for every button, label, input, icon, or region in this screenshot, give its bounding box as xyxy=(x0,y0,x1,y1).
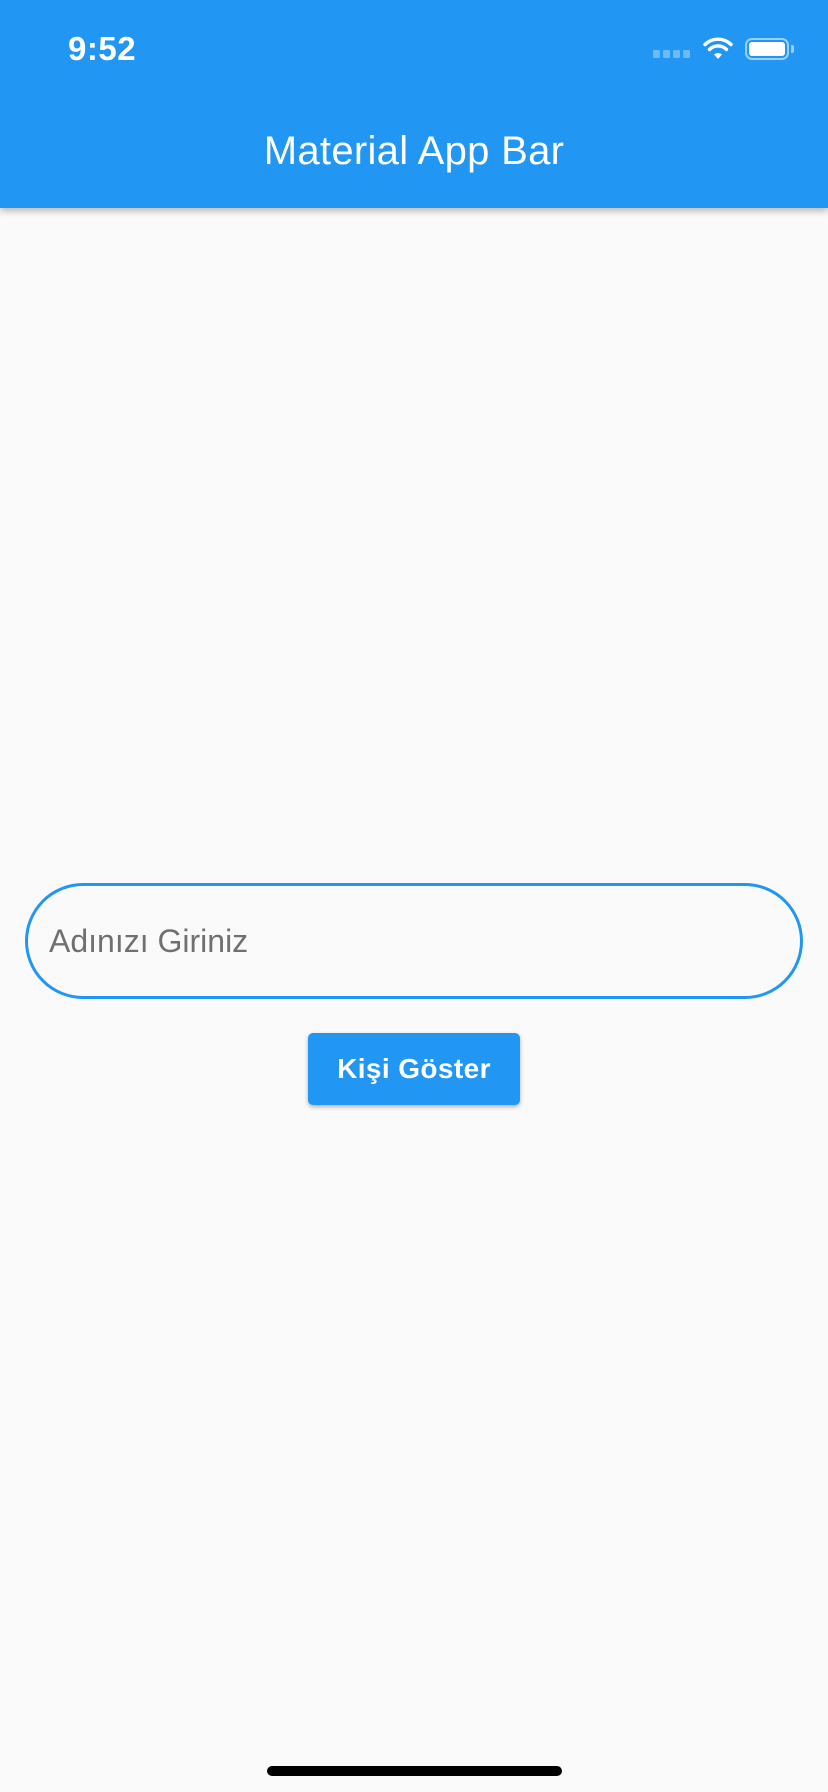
wifi-icon xyxy=(703,37,733,59)
status-time: 9:52 xyxy=(68,30,137,67)
page-title: Material App Bar xyxy=(263,129,565,173)
battery-icon xyxy=(745,38,789,60)
home-indicator[interactable] xyxy=(267,1766,562,1776)
name-input[interactable] xyxy=(25,883,803,999)
app-bar: 9:52 Material App Bar xyxy=(0,0,828,208)
show-person-button[interactable]: Kişi Göster xyxy=(308,1033,520,1105)
cellular-signal-icon xyxy=(653,50,690,58)
status-icons xyxy=(653,34,794,64)
